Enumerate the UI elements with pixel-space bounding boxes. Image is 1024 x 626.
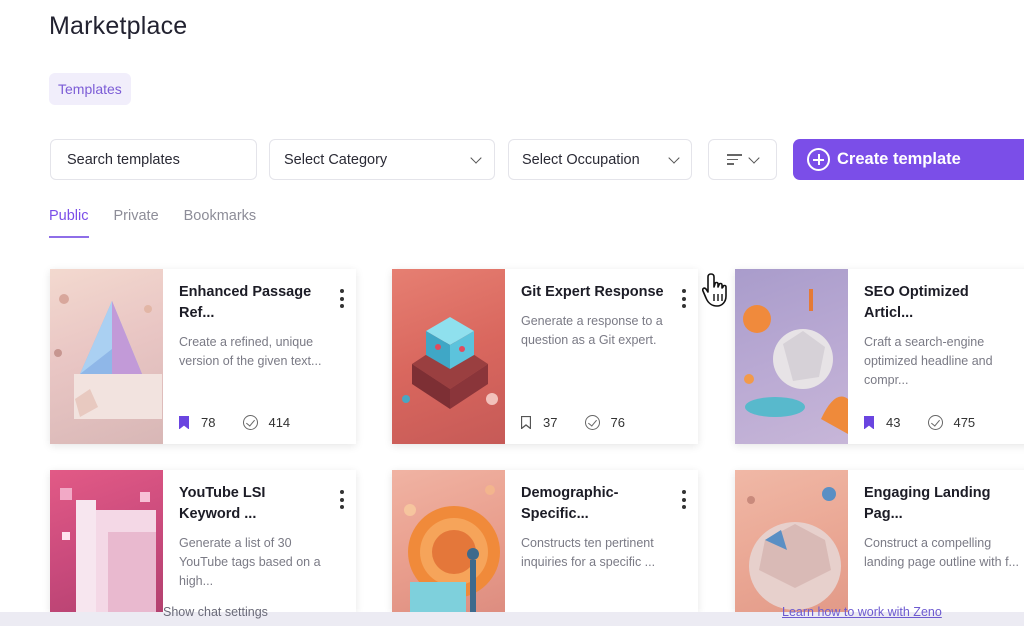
card-body: YouTube LSI Keyword ... Generate a list … xyxy=(163,470,356,612)
card-description: Generate a list of 30 YouTube tags based… xyxy=(179,536,321,588)
more-options-icon[interactable] xyxy=(682,490,686,509)
card-body: Git Expert Response Generate a response … xyxy=(505,269,698,444)
card-body: Engaging Landing Pag... Construct a comp… xyxy=(848,470,1024,612)
template-thumbnail xyxy=(392,269,505,444)
card-title: SEO Optimized Articl... xyxy=(864,284,969,321)
check-circle-icon xyxy=(928,415,944,430)
template-thumbnail xyxy=(50,269,163,444)
template-card[interactable]: SEO Optimized Articl... Craft a search-e… xyxy=(735,269,1024,444)
card-description: Constructs ten pertinent inquiries for a… xyxy=(521,536,656,569)
template-thumbnail xyxy=(735,269,848,444)
page-title: Marketplace xyxy=(49,12,188,40)
template-card[interactable]: Git Expert Response Generate a response … xyxy=(392,269,698,444)
create-template-button[interactable]: Create template xyxy=(793,139,1024,180)
bookmark-icon[interactable] xyxy=(179,416,189,429)
category-select-label: Select Category xyxy=(284,151,388,168)
sort-button[interactable] xyxy=(708,139,777,180)
use-count: 414 xyxy=(268,415,291,430)
template-card[interactable]: Engaging Landing Pag... Construct a comp… xyxy=(735,470,1024,612)
hand-cursor-icon xyxy=(702,273,727,307)
card-stats: 37 76 xyxy=(521,415,625,430)
create-template-label: Create template xyxy=(837,150,961,168)
bookmark-count: 78 xyxy=(201,415,216,430)
plus-circle-icon xyxy=(807,148,830,171)
bookmark-icon[interactable] xyxy=(864,416,874,429)
use-count: 475 xyxy=(953,415,976,430)
card-description: Craft a search-engine optimized headline… xyxy=(864,335,993,387)
chevron-down-icon xyxy=(748,151,760,164)
more-options-icon[interactable] xyxy=(340,289,344,308)
occupation-select[interactable]: Select Occupation xyxy=(508,139,692,180)
card-body: SEO Optimized Articl... Craft a search-e… xyxy=(848,269,1024,444)
template-thumbnail xyxy=(50,470,163,612)
bookmark-count: 43 xyxy=(886,415,901,430)
card-description: Generate a response to a question as a G… xyxy=(521,314,663,347)
tab-public[interactable]: Public xyxy=(49,208,89,238)
learn-more-link[interactable]: Learn how to work with Zeno xyxy=(782,605,942,619)
more-options-icon[interactable] xyxy=(340,490,344,509)
chat-settings-toggle[interactable]: Show chat settings xyxy=(163,605,268,619)
check-circle-icon xyxy=(585,415,601,430)
search-input[interactable] xyxy=(67,151,247,168)
templates-chip[interactable]: Templates xyxy=(49,73,131,105)
tab-private[interactable]: Private xyxy=(114,208,159,238)
card-title: Demographic-Specific... xyxy=(521,485,619,522)
template-card[interactable]: Demographic-Specific... Constructs ten p… xyxy=(392,470,698,612)
search-box[interactable] xyxy=(50,139,257,180)
card-stats: 43 475 xyxy=(864,415,975,430)
card-body: Enhanced Passage Ref... Create a refined… xyxy=(163,269,356,444)
card-title: Engaging Landing Pag... xyxy=(864,485,991,522)
chevron-down-icon xyxy=(470,151,482,164)
bookmark-count: 37 xyxy=(543,415,558,430)
card-description: Construct a compelling landing page outl… xyxy=(864,536,1019,569)
template-card[interactable]: YouTube LSI Keyword ... Generate a list … xyxy=(50,470,356,612)
template-thumbnail xyxy=(735,470,848,612)
template-card[interactable]: Enhanced Passage Ref... Create a refined… xyxy=(50,269,356,444)
card-title: Enhanced Passage Ref... xyxy=(179,284,312,321)
template-thumbnail xyxy=(392,470,505,612)
card-title: Git Expert Response xyxy=(521,284,664,300)
category-select[interactable]: Select Category xyxy=(269,139,495,180)
card-description: Create a refined, unique version of the … xyxy=(179,335,322,368)
use-count: 76 xyxy=(610,415,625,430)
chevron-down-icon xyxy=(668,151,680,164)
check-circle-icon xyxy=(243,415,259,430)
occupation-select-label: Select Occupation xyxy=(522,151,640,168)
tab-bookmarks[interactable]: Bookmarks xyxy=(184,208,257,238)
card-title: YouTube LSI Keyword ... xyxy=(179,485,266,522)
card-stats: 78 414 xyxy=(179,415,290,430)
sort-icon xyxy=(727,154,742,165)
card-body: Demographic-Specific... Constructs ten p… xyxy=(505,470,698,612)
more-options-icon[interactable] xyxy=(682,289,686,308)
tab-bar: Public Private Bookmarks xyxy=(49,208,281,238)
bookmark-icon[interactable] xyxy=(521,416,531,429)
